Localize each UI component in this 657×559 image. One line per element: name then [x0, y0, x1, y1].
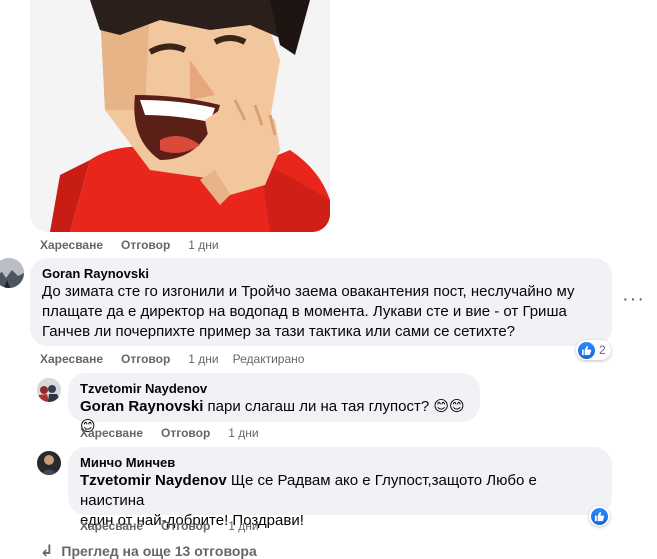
edited-label: Редактирано — [232, 352, 305, 366]
laughing-sticker-image[interactable] — [30, 0, 330, 232]
thumbs-up-icon — [591, 507, 608, 525]
reply-link[interactable]: Отговор — [121, 352, 170, 366]
more-options-icon[interactable]: ··· — [622, 289, 645, 309]
timestamp[interactable]: 1 дни — [228, 426, 258, 440]
reply-bubble-tzvetomir: Tzvetomir Naydenov Goran Raynovski пари … — [68, 373, 480, 435]
comment-bubble-goran: Goran Raynovski До зимата сте го изгонил… — [30, 258, 612, 346]
reply-bubble-mincho: Минчо Минчев Tzvetomir Naydenov Ще се Ра… — [68, 447, 612, 529]
like-link[interactable]: Харесване — [80, 519, 143, 533]
reply-action-bar: Харесване Отговор 1 дни — [80, 519, 273, 533]
timestamp[interactable]: 1 дни — [188, 352, 218, 366]
reply-link[interactable]: Отговор — [161, 426, 210, 440]
reply-author[interactable]: Минчо Минчев — [80, 455, 600, 471]
like-link[interactable]: Харесване — [80, 426, 143, 440]
mention-link[interactable]: Tzvetomir Naydenov — [80, 472, 227, 489]
reply-text: пари слагаш ли на тая глупост? — [203, 398, 430, 415]
reply-author[interactable]: Tzvetomir Naydenov — [80, 381, 468, 397]
timestamp[interactable]: 1 дни — [228, 519, 258, 533]
reply-action-bar: Харесване Отговор 1 дни — [80, 426, 273, 440]
view-more-replies-link[interactable]: ↳ Преглед на още 13 отговора — [40, 541, 257, 559]
like-link[interactable]: Харесване — [40, 238, 103, 252]
reaction-badge[interactable] — [589, 506, 610, 526]
comment-author[interactable]: Goran Raynovski — [42, 266, 600, 282]
avatar-mincho[interactable] — [37, 451, 61, 475]
avatar-tzvetomir[interactable] — [37, 378, 61, 402]
reply-link[interactable]: Отговор — [161, 519, 210, 533]
thumbs-up-icon — [578, 341, 595, 359]
comment-action-bar: Харесване Отговор 1 дни Редактирано — [40, 352, 304, 366]
reaction-badge[interactable]: 2 — [576, 340, 611, 360]
reply-arrow-icon: ↳ — [40, 543, 54, 559]
like-link[interactable]: Харесване — [40, 352, 103, 366]
mention-link[interactable]: Goran Raynovski — [80, 398, 203, 415]
post-action-bar: Харесване Отговор 1 дни — [40, 238, 233, 252]
timestamp[interactable]: 1 дни — [188, 238, 218, 252]
comment-text: До зимата сте го изгонили и Тройчо заема… — [42, 283, 575, 340]
view-more-label: Преглед на още 13 отговора — [61, 543, 257, 559]
avatar-goran[interactable] — [0, 258, 24, 288]
reply-link[interactable]: Отговор — [121, 238, 170, 252]
reaction-count: 2 — [599, 343, 606, 357]
